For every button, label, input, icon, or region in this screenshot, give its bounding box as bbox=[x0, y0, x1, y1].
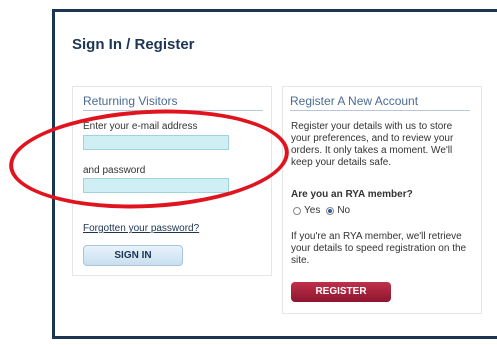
member-radio-group: Yes No bbox=[293, 205, 356, 216]
no-radio-label: No bbox=[337, 205, 351, 216]
email-label: Enter your e-mail address bbox=[83, 121, 198, 132]
no-radio[interactable] bbox=[326, 206, 335, 215]
register-title: Register A New Account bbox=[290, 94, 470, 111]
returning-visitors-title: Returning Visitors bbox=[83, 94, 263, 111]
page-title: Sign In / Register bbox=[72, 36, 195, 53]
yes-radio-label: Yes bbox=[304, 205, 321, 216]
email-input[interactable] bbox=[83, 135, 229, 150]
member-question: Are you an RYA member? bbox=[291, 189, 413, 200]
password-input[interactable] bbox=[83, 178, 229, 193]
register-description: Register your details with us to store y… bbox=[291, 121, 454, 168]
forgot-password-link[interactable]: Forgotten your password? bbox=[83, 223, 199, 234]
member-note: If you're an RYA member, we'll retrieve … bbox=[291, 231, 467, 266]
password-label: and password bbox=[83, 165, 146, 176]
yes-radio[interactable] bbox=[293, 206, 301, 215]
register-button[interactable]: REGISTER bbox=[291, 282, 391, 302]
sign-in-button[interactable]: SIGN IN bbox=[83, 245, 183, 266]
